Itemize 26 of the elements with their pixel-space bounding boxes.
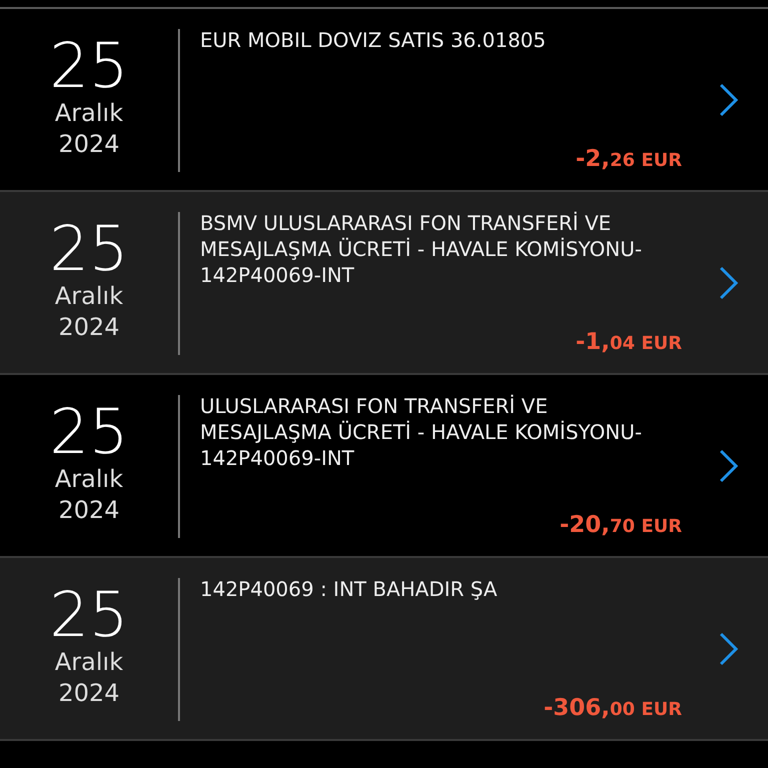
date-year: 2024 xyxy=(58,128,120,160)
chevron-right-icon[interactable] xyxy=(718,448,740,484)
transaction-description: EUR MOBIL DOVIZ SATIS 36.01805 xyxy=(200,27,547,53)
date-day: 25 xyxy=(50,216,128,280)
date-month: Aralık xyxy=(54,464,124,494)
date-month: Aralık xyxy=(54,646,124,678)
date-day: 25 xyxy=(50,582,128,646)
transaction-description: ULUSLARARASI FON TRANSFERİ VE MESAJLAŞMA ÜCRETİ - HAVALE KOMİSYONU-142P40069-INT xyxy=(200,393,643,471)
chevron-right-icon[interactable] xyxy=(718,630,740,666)
transaction-amount: -20,70 EUR xyxy=(560,512,682,538)
date-day: 25 xyxy=(50,400,128,464)
chevron-right-icon[interactable] xyxy=(718,264,740,300)
transaction-description: 142P40069 : INT BAHADIR ŞA xyxy=(200,576,498,602)
transaction-row[interactable]: 25 Aralık 2024 142P40069 : INT BAHADIR ŞA -306,00 EUR xyxy=(0,558,768,741)
date-year: 2024 xyxy=(58,312,120,342)
transaction-amount: -1,04 EUR xyxy=(576,329,682,355)
transaction-amount: -306,00 EUR xyxy=(544,695,682,721)
transaction-row[interactable]: 25 Aralık 2024 BSMV ULUSLARARASI FON TRANSFERİ VE MESAJLAŞMA ÜCRETİ - HAVALE KOMİSYONU-142P40069-INT -1,04 EUR xyxy=(0,192,768,375)
date-day: 25 xyxy=(50,34,128,98)
transaction-description: BSMV ULUSLARARASI FON TRANSFERİ VE MESAJLAŞMA ÜCRETİ - HAVALE KOMİSYONU-142P40069-INT xyxy=(200,210,643,288)
transaction-amount: -2,26 EUR xyxy=(576,146,682,172)
date-year: 2024 xyxy=(58,678,120,708)
date-month: Aralık xyxy=(54,280,124,312)
chevron-right-icon[interactable] xyxy=(718,82,740,118)
date-year: 2024 xyxy=(58,494,120,526)
date-month: Aralık xyxy=(54,98,124,128)
